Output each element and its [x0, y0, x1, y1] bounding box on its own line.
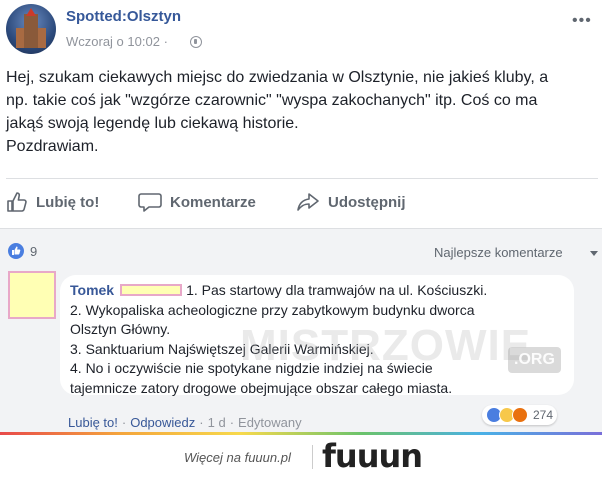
- comment-edited-label[interactable]: Edytowany: [238, 415, 302, 430]
- like-reaction-icon: [8, 243, 24, 259]
- comment-first-line: Tomek 1. Pas startowy dla tramwajów na ul…: [70, 281, 570, 301]
- post-text-line: jakąś swoją legendę lub ciekawą historie…: [6, 115, 299, 132]
- post-text-line: Hej, szukam ciekawych miejsc do zwiedzan…: [6, 69, 549, 86]
- comment-reaction-count: 274: [533, 408, 554, 422]
- post-text-line: Pozdrawiam.: [6, 138, 99, 155]
- comment-reply-link[interactable]: Odpowiedz: [130, 415, 195, 430]
- comment-reactions[interactable]: 274: [482, 405, 558, 425]
- comment-text-line: 1. Pas startowy dla tramwajów na ul. Koś…: [186, 282, 488, 298]
- fuuun-logo[interactable]: fuuun: [322, 437, 423, 475]
- more-icon[interactable]: •••: [572, 12, 592, 30]
- comment-meta: Lubię to! · Odpowiedz · 1 d · Edytowany: [68, 415, 302, 430]
- commenter-avatar-redacted[interactable]: [8, 271, 56, 319]
- thumbs-up-icon: [7, 192, 27, 212]
- actions-divider: [6, 178, 598, 179]
- globe-icon: [190, 36, 202, 48]
- comment-text-line: tajemnicze zatory drogowe obejmujące obs…: [70, 379, 453, 396]
- post-header: Spotted:Olsztyn Wczoraj o 10:02 · •••: [0, 0, 602, 60]
- watermark-text: MISTRZOWIE: [240, 321, 532, 370]
- comment-button-label: Komentarze: [170, 193, 256, 211]
- comments-section: 9 Najlepsze komentarze Tomek 1. Pas start…: [0, 228, 602, 432]
- footer-link-text[interactable]: Więcej na fuuun.pl: [184, 450, 291, 465]
- angry-reaction-icon: [512, 407, 528, 423]
- redacted-surname: [120, 284, 183, 296]
- comment-like-link[interactable]: Lubię to!: [68, 415, 118, 430]
- page-avatar[interactable]: [6, 4, 56, 54]
- comment-text-line: 2. Wykopaliska acheologiczne przy zabytk…: [70, 301, 475, 318]
- site-footer: Więcej na fuuun.pl fuuun: [0, 435, 602, 479]
- like-button-label: Lubię to!: [36, 193, 100, 211]
- share-arrow-icon: [297, 193, 319, 211]
- reactions-count: 9: [30, 243, 38, 259]
- speech-bubble-icon: [138, 193, 162, 212]
- post-timestamp[interactable]: Wczoraj o 10:02 ·: [66, 34, 168, 49]
- reactions-summary[interactable]: 9: [8, 243, 37, 259]
- comment-age[interactable]: 1 d: [208, 415, 226, 430]
- chevron-down-icon[interactable]: [590, 251, 598, 256]
- like-button[interactable]: Lubię to!: [6, 190, 99, 214]
- share-button-label: Udostępnij: [328, 193, 406, 211]
- comment-sort-dropdown[interactable]: Najlepsze komentarze: [434, 245, 563, 260]
- comment-button[interactable]: Komentarze: [138, 190, 256, 214]
- page-name-link[interactable]: Spotted:Olsztyn: [66, 8, 181, 25]
- share-button[interactable]: Udostępnij: [296, 190, 406, 214]
- watermark-suffix: .ORG: [508, 347, 561, 373]
- timestamp-text: Wczoraj o 10:02: [66, 34, 160, 49]
- facebook-post: Spotted:Olsztyn Wczoraj o 10:02 · ••• He…: [0, 0, 602, 432]
- commenter-name-link[interactable]: Tomek: [70, 282, 114, 298]
- timestamp-separator: ·: [163, 34, 168, 49]
- post-text-line: np. takie coś jak "wzgórze czarownic" "w…: [6, 92, 538, 109]
- footer-separator: [312, 445, 313, 469]
- post-body: Hej, szukam ciekawych miejsc do zwiedzan…: [6, 66, 600, 158]
